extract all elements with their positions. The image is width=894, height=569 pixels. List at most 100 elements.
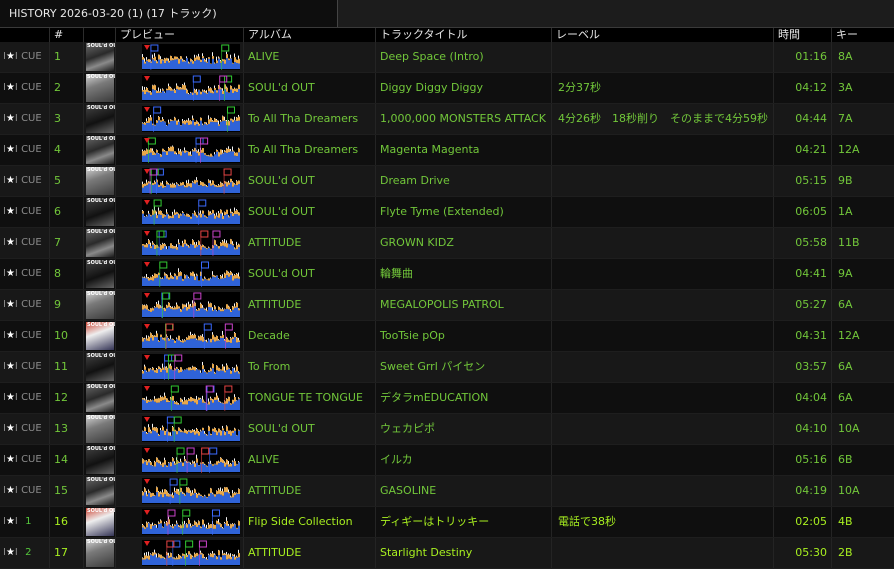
label-cell[interactable] (552, 290, 774, 320)
waveform-preview[interactable] (116, 445, 244, 475)
waveform-preview[interactable] (116, 321, 244, 351)
label-cell[interactable] (552, 197, 774, 227)
waveform-preview[interactable] (116, 290, 244, 320)
waveform-preview[interactable] (116, 414, 244, 444)
waveform-canvas[interactable] (142, 447, 240, 473)
cue-cell[interactable]: I★I CUE (0, 414, 50, 444)
waveform-preview[interactable] (116, 104, 244, 134)
label-cell[interactable]: 4分26秒 18秒削り そのままで4分59秒 (552, 104, 774, 134)
waveform-preview[interactable] (116, 166, 244, 196)
star-icon[interactable]: ★ (6, 485, 15, 496)
label-cell[interactable]: 2分37秒 (552, 73, 774, 103)
star-icon[interactable]: ★ (6, 454, 15, 465)
waveform-canvas[interactable] (142, 416, 240, 442)
label-cell[interactable] (552, 259, 774, 289)
cue-cell[interactable]: I★I CUE (0, 352, 50, 382)
table-row[interactable]: I★I CUE9SOUL'd OUTATTITUDEMEGALOPOLIS PA… (0, 290, 894, 321)
waveform-canvas[interactable] (142, 261, 240, 287)
table-row[interactable]: I★I CUE3SOUL'd OUTTo All Tha Dreamers1,0… (0, 104, 894, 135)
waveform-canvas[interactable] (142, 385, 240, 411)
cue-cell[interactable]: I★I 2 (0, 538, 50, 568)
waveform-canvas[interactable] (142, 478, 240, 504)
waveform-canvas[interactable] (142, 230, 240, 256)
waveform-canvas[interactable] (142, 292, 240, 318)
cue-cell[interactable]: I★I CUE (0, 135, 50, 165)
table-row[interactable]: I★I CUE7SOUL'd OUTATTITUDEGROWN KIDZ05:5… (0, 228, 894, 259)
label-cell[interactable] (552, 476, 774, 506)
waveform-preview[interactable] (116, 73, 244, 103)
waveform-canvas[interactable] (142, 75, 240, 101)
table-row[interactable]: I★I CUE15SOUL'd OUTATTITUDEGASOLINE04:19… (0, 476, 894, 507)
col-time[interactable]: 時間 (774, 28, 832, 42)
table-row[interactable]: I★I CUE12SOUL'd OUTTONGUE TE TONGUEデタラmE… (0, 383, 894, 414)
waveform-preview[interactable] (116, 507, 244, 537)
star-icon[interactable]: ★ (6, 423, 15, 434)
cue-cell[interactable]: I★I CUE (0, 42, 50, 72)
col-label[interactable]: レーベル (552, 28, 774, 42)
cue-cell[interactable]: I★I CUE (0, 197, 50, 227)
col-num[interactable]: # (50, 28, 84, 42)
waveform-canvas[interactable] (142, 168, 240, 194)
star-icon[interactable]: ★ (6, 299, 15, 310)
star-icon[interactable]: ★ (6, 113, 15, 124)
waveform-canvas[interactable] (142, 106, 240, 132)
label-cell[interactable] (552, 228, 774, 258)
table-row[interactable]: I★I CUE13SOUL'd OUTSOUL'd OUTウェカピポ04:101… (0, 414, 894, 445)
label-cell[interactable] (552, 352, 774, 382)
waveform-preview[interactable] (116, 228, 244, 258)
waveform-preview[interactable] (116, 538, 244, 568)
star-icon[interactable]: ★ (6, 51, 15, 62)
col-key[interactable]: キー (832, 28, 894, 42)
label-cell[interactable] (552, 321, 774, 351)
cue-cell[interactable]: I★I CUE (0, 166, 50, 196)
star-icon[interactable]: ★ (6, 175, 15, 186)
star-icon[interactable]: ★ (6, 392, 15, 403)
label-cell[interactable] (552, 414, 774, 444)
waveform-preview[interactable] (116, 476, 244, 506)
col-preview[interactable]: プレビュー (116, 28, 244, 42)
waveform-canvas[interactable] (142, 540, 240, 566)
label-cell[interactable] (552, 135, 774, 165)
table-row[interactable]: I★I 217SOUL'd OUTATTITUDEStarlight Desti… (0, 538, 894, 569)
cue-cell[interactable]: I★I CUE (0, 290, 50, 320)
label-cell[interactable]: 電話で38秒 (552, 507, 774, 537)
waveform-preview[interactable] (116, 135, 244, 165)
cue-cell[interactable]: I★I 1 (0, 507, 50, 537)
waveform-canvas[interactable] (142, 323, 240, 349)
cue-cell[interactable]: I★I CUE (0, 228, 50, 258)
label-cell[interactable] (552, 166, 774, 196)
star-icon[interactable]: ★ (6, 516, 15, 527)
label-cell[interactable] (552, 383, 774, 413)
label-cell[interactable] (552, 445, 774, 475)
star-icon[interactable]: ★ (6, 237, 15, 248)
star-icon[interactable]: ★ (6, 268, 15, 279)
cue-cell[interactable]: I★I CUE (0, 73, 50, 103)
col-album[interactable]: アルバム (244, 28, 376, 42)
waveform-preview[interactable] (116, 383, 244, 413)
table-row[interactable]: I★I CUE1SOUL'd OUTALIVEDeep Space (Intro… (0, 42, 894, 73)
table-row[interactable]: I★I CUE4SOUL'd OUTTo All Tha DreamersMag… (0, 135, 894, 166)
cue-cell[interactable]: I★I CUE (0, 259, 50, 289)
waveform-preview[interactable] (116, 259, 244, 289)
star-icon[interactable]: ★ (6, 361, 15, 372)
table-row[interactable]: I★I CUE2SOUL'd OUTSOUL'd OUTDiggy Diggy … (0, 73, 894, 104)
waveform-preview[interactable] (116, 352, 244, 382)
waveform-canvas[interactable] (142, 137, 240, 163)
col-title[interactable]: トラックタイトル (376, 28, 552, 42)
cue-cell[interactable]: I★I CUE (0, 383, 50, 413)
waveform-canvas[interactable] (142, 44, 240, 70)
star-icon[interactable]: ★ (6, 82, 15, 93)
table-row[interactable]: I★I CUE5SOUL'd OUTSOUL'd OUTDream Drive0… (0, 166, 894, 197)
star-icon[interactable]: ★ (6, 144, 15, 155)
table-row[interactable]: I★I CUE10SOUL'd OUTDecadeTooTsie pOp04:3… (0, 321, 894, 352)
table-row[interactable]: I★I CUE11SOUL'd OUTTo FromSweet Grrl パイセ… (0, 352, 894, 383)
table-row[interactable]: I★I CUE14SOUL'd OUTALIVEイルカ05:166B (0, 445, 894, 476)
label-cell[interactable] (552, 538, 774, 568)
cue-cell[interactable]: I★I CUE (0, 104, 50, 134)
table-row[interactable]: I★I CUE6SOUL'd OUTSOUL'd OUTFlyte Tyme (… (0, 197, 894, 228)
cue-cell[interactable]: I★I CUE (0, 445, 50, 475)
waveform-canvas[interactable] (142, 199, 240, 225)
waveform-canvas[interactable] (142, 354, 240, 380)
waveform-preview[interactable] (116, 197, 244, 227)
cue-cell[interactable]: I★I CUE (0, 321, 50, 351)
